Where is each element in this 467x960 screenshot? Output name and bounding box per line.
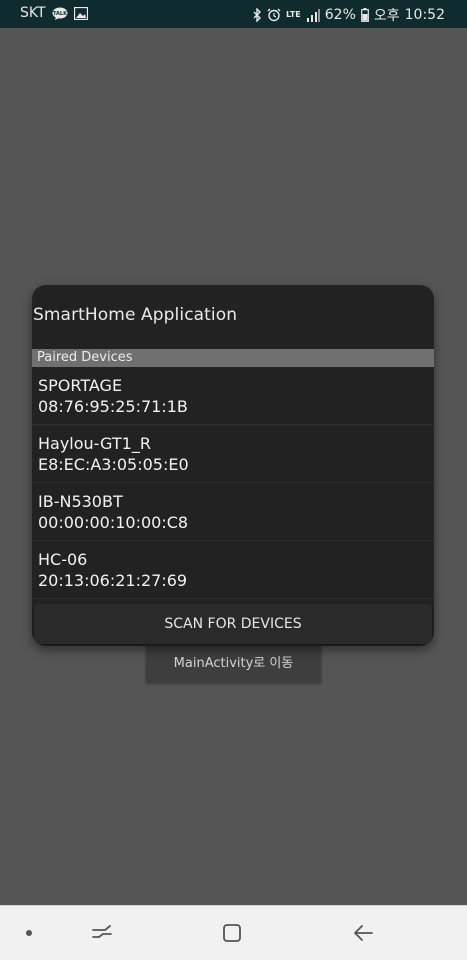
time-period: 오후	[373, 8, 400, 24]
device-item[interactable]: Haylou-GT1_R E8:EC:A3:05:05:E0	[32, 425, 434, 483]
device-name: Haylou-GT1_R	[38, 434, 151, 453]
battery-percent: 62%	[324, 7, 356, 23]
battery-icon	[360, 8, 369, 22]
carrier-label: SKT	[20, 5, 46, 21]
alarm-icon	[267, 8, 281, 22]
bluetooth-icon	[252, 8, 262, 22]
talk-icon: TALK	[52, 7, 68, 20]
device-name: HC-06	[38, 550, 88, 569]
device-address: 08:76:95:25:71:1B	[38, 397, 188, 416]
dot-icon[interactable]	[17, 922, 41, 944]
paired-device-list[interactable]: SPORTAGE 08:76:95:25:71:1B Haylou-GT1_R …	[32, 367, 434, 603]
paired-devices-header: Paired Devices	[32, 349, 434, 367]
device-address: E8:EC:A3:05:05:E0	[38, 455, 189, 474]
home-icon[interactable]	[220, 922, 244, 944]
device-name: IB-N530BT	[38, 492, 123, 511]
signal-icon	[306, 8, 320, 22]
device-item[interactable]: SPORTAGE 08:76:95:25:71:1B	[32, 367, 434, 425]
dialog-title: SmartHome Application	[33, 305, 238, 325]
device-address: 20:13:06:21:27:69	[38, 571, 188, 590]
device-address: 00:00:00:10:00:C8	[38, 513, 189, 532]
device-name: SPORTAGE	[38, 376, 123, 395]
device-item[interactable]: HC-06 20:13:06:21:27:69	[32, 541, 434, 599]
device-list-dialog: SmartHome Application Paired Devices SPO…	[32, 285, 434, 646]
image-icon	[73, 6, 88, 20]
recent-apps-icon[interactable]	[90, 922, 114, 944]
back-icon[interactable]	[351, 922, 375, 944]
scan-for-devices-button[interactable]: SCAN FOR DEVICES	[34, 604, 432, 644]
main-activity-button[interactable]: MainActivity로 이동	[146, 640, 321, 682]
status-bar-right: LTE 62% 오후 10:52	[252, 5, 445, 25]
network-type-label: LTE	[286, 10, 301, 19]
clock-time: 10:52	[404, 7, 445, 23]
status-bar: SKT TALK LTE 62% 오후 10:52	[0, 0, 467, 28]
device-item[interactable]: IB-N530BT 00:00:00:10:00:C8	[32, 483, 434, 541]
navigation-bar	[0, 905, 467, 960]
status-bar-left: SKT TALK	[20, 5, 88, 21]
svg-text:TALK: TALK	[53, 11, 68, 17]
